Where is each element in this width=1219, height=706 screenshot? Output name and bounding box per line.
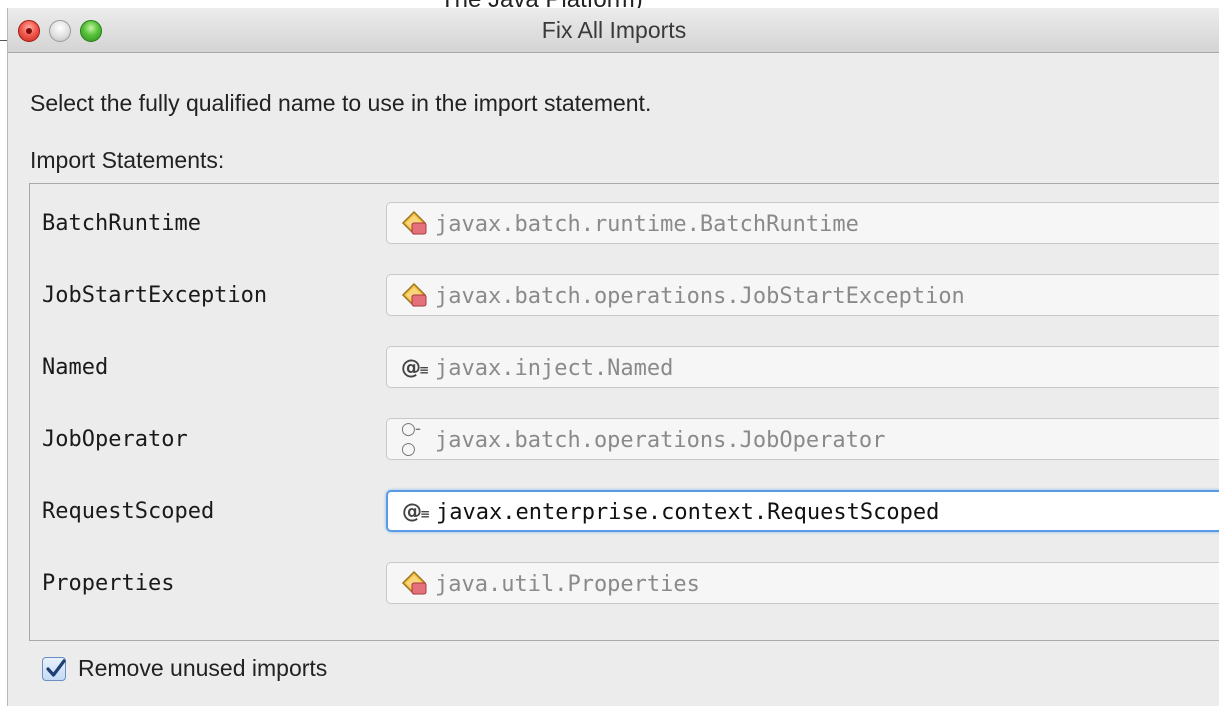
import-fqn: javax.batch.runtime.BatchRuntime bbox=[435, 212, 859, 237]
remove-unused-imports-label: Remove unused imports bbox=[78, 655, 328, 681]
class-icon bbox=[401, 282, 427, 308]
import-fqn: javax.inject.Named bbox=[435, 356, 674, 381]
import-simple-name: JobStartException bbox=[42, 283, 268, 308]
annotation-icon: @≡ bbox=[401, 499, 430, 523]
remove-unused-imports-checkbox[interactable] bbox=[42, 657, 66, 681]
import-simple-name: Properties bbox=[42, 571, 175, 596]
instruction-text: Select the fully qualified name to use i… bbox=[30, 90, 652, 116]
import-simple-name: JobOperator bbox=[42, 427, 188, 452]
import-fqn: javax.enterprise.context.RequestScoped bbox=[436, 500, 940, 525]
import-fqn: javax.batch.operations.JobStartException bbox=[435, 284, 965, 309]
import-fqn-combo[interactable]: javax.batch.runtime.BatchRuntime bbox=[386, 202, 1219, 244]
import-row-named: Named @≡ javax.inject.Named bbox=[30, 344, 1219, 392]
import-simple-name: Named bbox=[42, 355, 109, 380]
import-fqn: javax.batch.operations.JobOperator bbox=[435, 428, 886, 453]
import-fqn-combo[interactable]: @≡ javax.enterprise.context.RequestScope… bbox=[386, 490, 1219, 532]
import-simple-name: BatchRuntime bbox=[42, 211, 201, 236]
class-icon bbox=[401, 210, 427, 236]
import-fqn-combo[interactable]: java.util.Properties bbox=[386, 562, 1219, 604]
import-row-batchruntime: BatchRuntime javax.batch.runtime.BatchRu… bbox=[30, 200, 1219, 248]
import-fqn: java.util.Properties bbox=[435, 572, 700, 597]
import-row-properties: Properties java.util.Properties bbox=[30, 560, 1219, 608]
annotation-icon: @≡ bbox=[400, 355, 429, 379]
import-row-jobstartexception: JobStartException javax.batch.operations… bbox=[30, 272, 1219, 320]
import-fqn-combo[interactable]: javax.batch.operations.JobStartException bbox=[386, 274, 1219, 316]
fix-imports-dialog: Fix All Imports Select the fully qualifi… bbox=[7, 8, 1219, 706]
title-bar[interactable]: Fix All Imports bbox=[8, 8, 1219, 53]
import-statements-label: Import Statements: bbox=[30, 147, 225, 173]
class-icon bbox=[401, 570, 427, 596]
checkmark-icon bbox=[46, 659, 66, 677]
import-fqn-combo[interactable]: ○-○ javax.batch.operations.JobOperator bbox=[386, 418, 1219, 460]
window-title: Fix All Imports bbox=[541, 17, 687, 43]
import-row-requestscoped: RequestScoped @≡ javax.enterprise.contex… bbox=[30, 488, 1219, 536]
import-statements-panel: BatchRuntime javax.batch.runtime.BatchRu… bbox=[29, 183, 1219, 641]
interface-icon: ○-○ bbox=[401, 419, 421, 459]
import-row-joboperator: JobOperator ○-○ javax.batch.operations.J… bbox=[30, 416, 1219, 464]
import-simple-name: RequestScoped bbox=[42, 499, 215, 524]
import-fqn-combo[interactable]: @≡ javax.inject.Named bbox=[386, 346, 1219, 388]
